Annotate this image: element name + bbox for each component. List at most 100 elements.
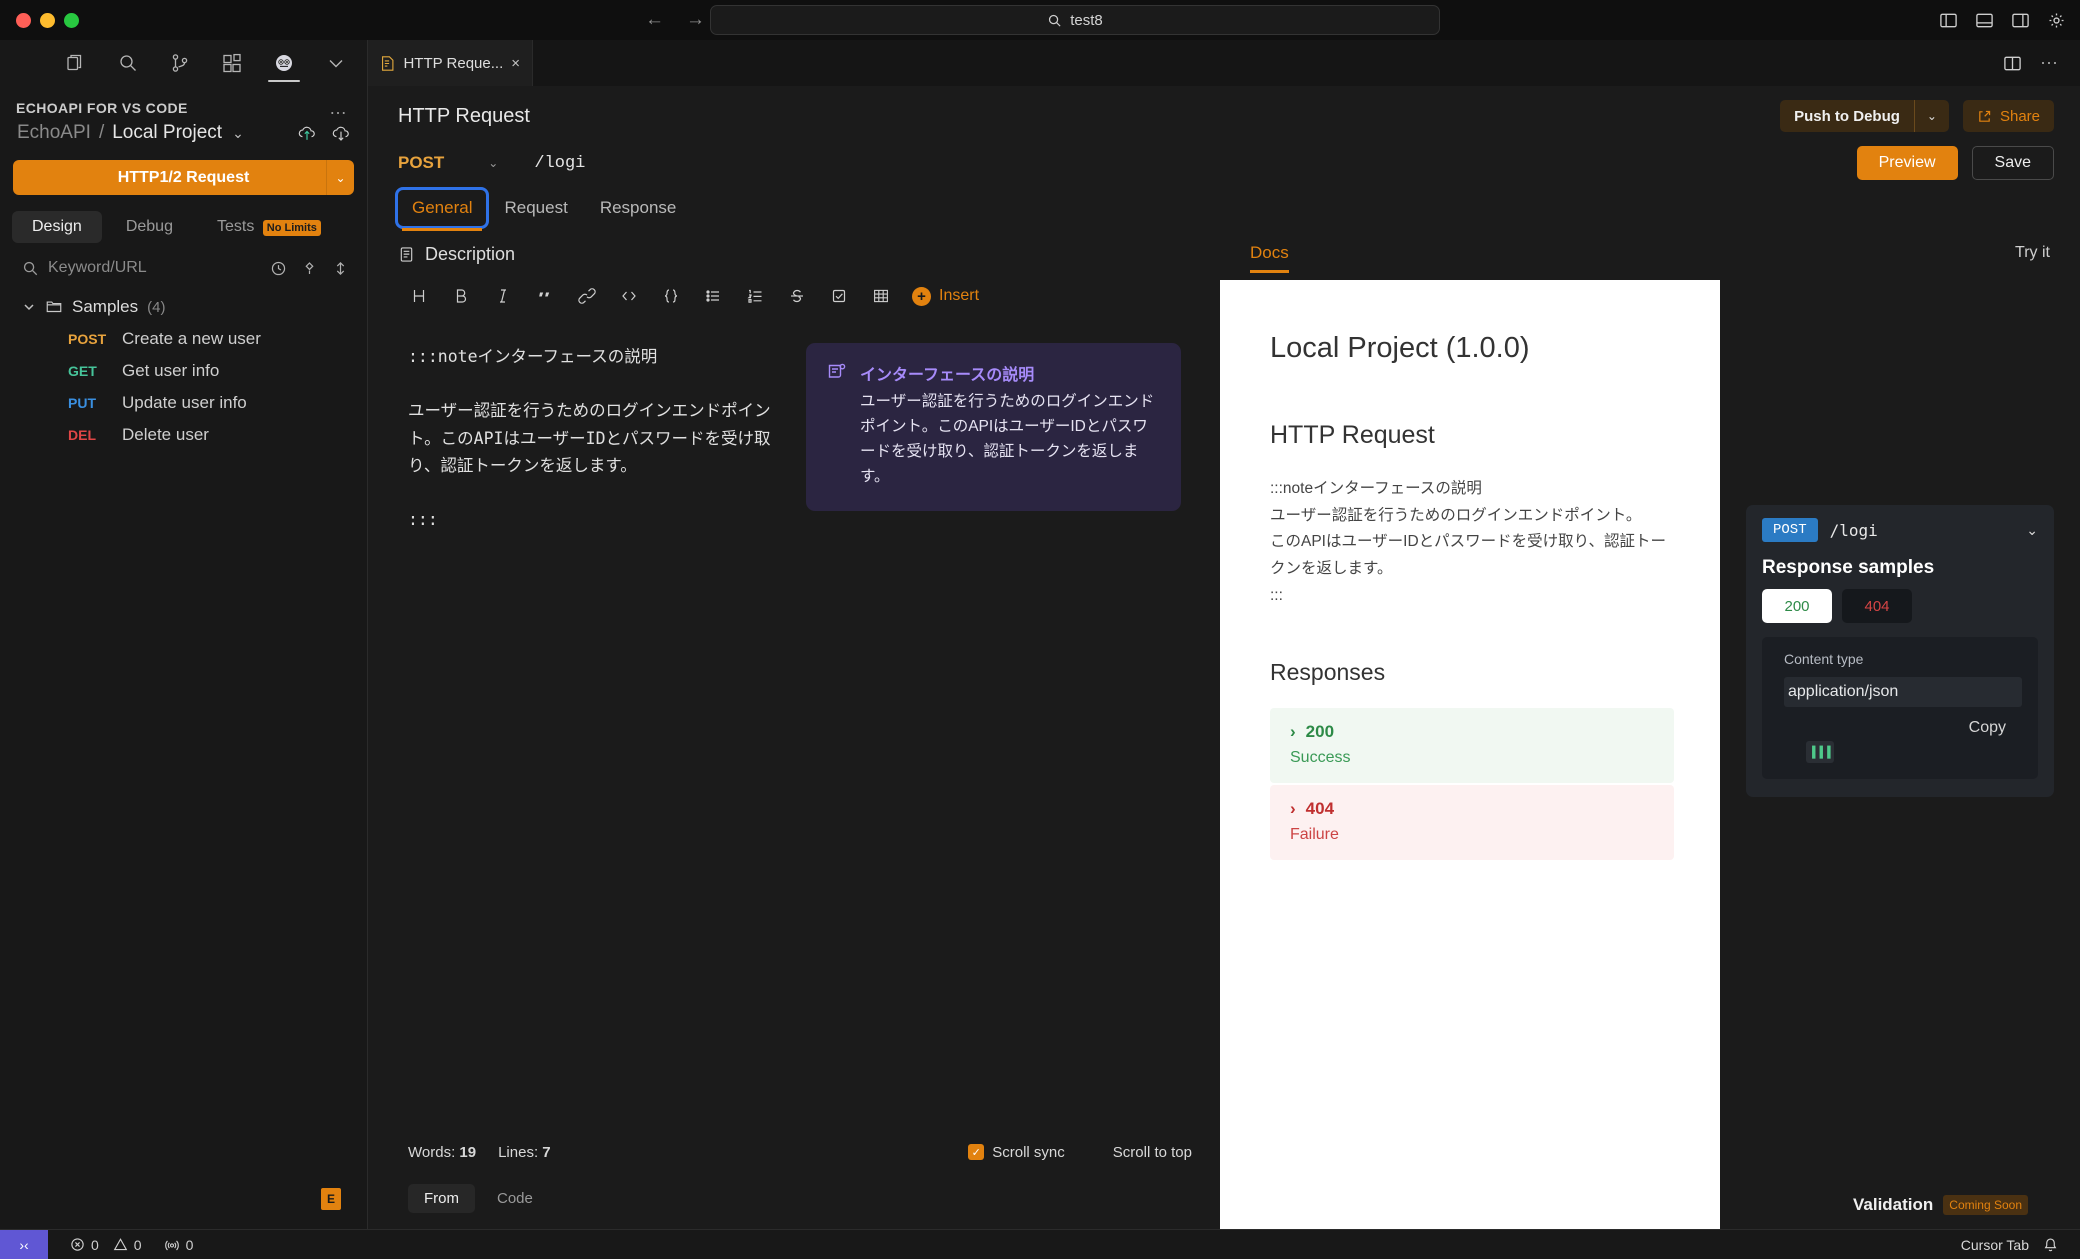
scroll-sync-checkbox[interactable]: ✓ xyxy=(968,1144,985,1160)
sidebar-tab-debug[interactable]: Debug xyxy=(106,211,193,243)
sample-tab-404[interactable]: 404 xyxy=(1842,589,1912,623)
try-it-button[interactable]: Try it xyxy=(2015,244,2050,262)
close-window-button[interactable] xyxy=(16,12,31,28)
minimize-window-button[interactable] xyxy=(40,12,55,28)
problems-status[interactable]: 0 0 xyxy=(48,1237,142,1253)
preview-button[interactable]: Preview xyxy=(1856,146,1958,180)
ordered-list-icon[interactable] xyxy=(734,279,776,313)
chevron-down-icon[interactable]: ⌄ xyxy=(1913,100,1949,132)
activity-item-source-control[interactable] xyxy=(154,40,206,86)
activity-item-extensions[interactable] xyxy=(206,40,258,86)
tab-general[interactable]: General xyxy=(394,187,490,231)
method-select-value[interactable]: POST xyxy=(398,153,444,173)
code-snippet-chip: ▐▐▐ xyxy=(1806,741,1834,763)
bold-icon[interactable] xyxy=(440,279,482,313)
ports-status[interactable]: 0 xyxy=(142,1237,193,1253)
save-button[interactable]: Save xyxy=(1971,146,2054,180)
sort-icon[interactable] xyxy=(332,260,349,277)
toggle-primary-sidebar-icon[interactable] xyxy=(1939,11,1958,30)
search-icon xyxy=(1049,14,1061,27)
checklist-icon[interactable] xyxy=(818,279,860,313)
remote-window-icon[interactable]: ›‹ xyxy=(0,1229,48,1259)
italic-icon[interactable] xyxy=(482,279,524,313)
request-tree: Samples (4) POST Create a new user GET G… xyxy=(0,291,367,451)
breadcrumb-org[interactable]: EchoAPI xyxy=(17,122,91,144)
push-to-debug-button[interactable]: Push to Debug ⌄ xyxy=(1780,100,1949,132)
sample-tab-200[interactable]: 200 xyxy=(1762,589,1832,623)
breadcrumb-project[interactable]: Local Project xyxy=(112,122,222,144)
activity-item-more[interactable] xyxy=(310,40,362,86)
quote-icon[interactable] xyxy=(524,279,566,313)
tree-item-get-user-info[interactable]: GET Get user info xyxy=(0,355,367,387)
tab-response[interactable]: Response xyxy=(586,190,691,226)
method-badge: POST xyxy=(68,331,107,347)
strikethrough-icon[interactable] xyxy=(776,279,818,313)
more-actions-icon[interactable]: ⋯ xyxy=(2040,54,2060,72)
activity-item-explorer[interactable] xyxy=(50,40,102,86)
words-count: Words: 19 xyxy=(408,1144,476,1161)
cloud-upload-icon[interactable] xyxy=(297,123,317,143)
close-icon[interactable]: × xyxy=(511,55,520,72)
activity-item-search[interactable] xyxy=(102,40,154,86)
sidebar-search[interactable]: Keyword/URL xyxy=(22,259,349,277)
toggle-panel-icon[interactable] xyxy=(1975,11,1994,30)
tab-request[interactable]: Request xyxy=(490,190,581,226)
sidebar: ECHOAPI FOR VS CODE … EchoAPI / Local Pr… xyxy=(0,40,368,1229)
table-icon[interactable] xyxy=(860,279,902,313)
docs-samples-column: POST /logi ⌄ Response samples 200 404 Co… xyxy=(1720,280,2080,1229)
insert-button[interactable]: + Insert xyxy=(912,286,979,306)
command-search-bar[interactable]: test8 xyxy=(710,5,1440,35)
sidebar-tab-tests[interactable]: Tests No Limits xyxy=(197,211,341,243)
markdown-source-text[interactable]: :::noteインターフェースの説明 ユーザー認証を行うためのログインエンドポイ… xyxy=(368,343,778,1130)
chevron-down-icon[interactable]: ⌄ xyxy=(488,156,498,170)
request-path-input[interactable]: /logi xyxy=(534,154,585,173)
chevron-down-icon[interactable]: ⌄ xyxy=(232,125,244,142)
maximize-window-button[interactable] xyxy=(64,12,79,28)
gear-icon[interactable] xyxy=(2047,11,2066,30)
echoapi-badge-icon[interactable]: E xyxy=(321,1188,341,1210)
heading-icon[interactable] xyxy=(398,279,440,313)
new-request-dropdown-caret[interactable]: ⌄ xyxy=(326,160,354,195)
tree-folder-samples[interactable]: Samples (4) xyxy=(0,291,367,323)
split-editor-icon[interactable] xyxy=(2003,54,2022,73)
copy-button[interactable]: Copy xyxy=(1969,719,2006,737)
sidebar-tab-design[interactable]: Design xyxy=(12,211,102,243)
share-button[interactable]: Share xyxy=(1962,100,2054,132)
sample-endpoint-row[interactable]: POST /logi ⌄ xyxy=(1746,505,2054,555)
cloud-download-icon[interactable] xyxy=(331,123,351,143)
editor-footer: Words: 19 Lines: 7 ✓ Scroll sync Scroll … xyxy=(368,1130,1220,1229)
forward-arrow-icon[interactable]: → xyxy=(686,9,705,31)
bell-icon[interactable] xyxy=(2043,1237,2058,1253)
back-arrow-icon[interactable]: ← xyxy=(645,9,664,31)
cursor-tab-status[interactable]: Cursor Tab xyxy=(1961,1237,2029,1253)
mode-tab-code[interactable]: Code xyxy=(481,1184,549,1213)
code-block-icon[interactable] xyxy=(650,279,692,313)
tree-folder-label: Samples xyxy=(72,297,139,316)
tree-item-delete-user[interactable]: DEL Delete user xyxy=(0,419,367,451)
editor-tab-http-request[interactable]: HTTP Reque... × xyxy=(368,40,533,86)
content-type-value[interactable]: application/json xyxy=(1784,677,2022,707)
docs-response-200[interactable]: › 200 Success xyxy=(1270,708,1674,784)
chevron-down-icon[interactable]: ⌄ xyxy=(2026,522,2038,539)
note-card-title: インターフェースの説明 xyxy=(860,367,1035,384)
history-icon[interactable] xyxy=(270,260,287,277)
tab-docs[interactable]: Docs xyxy=(1250,231,1289,275)
sidebar-more-actions-icon[interactable]: … xyxy=(329,99,349,117)
filter-icon[interactable] xyxy=(301,260,318,277)
activity-item-echoapi[interactable] xyxy=(258,40,310,86)
link-icon[interactable] xyxy=(566,279,608,313)
new-http-request-button[interactable]: HTTP1/2 Request ⌄ xyxy=(13,160,354,195)
bullet-list-icon[interactable] xyxy=(692,279,734,313)
toggle-secondary-sidebar-icon[interactable] xyxy=(2011,11,2030,30)
docs-response-404[interactable]: › 404 Failure xyxy=(1270,785,1674,861)
tree-item-update-user-info[interactable]: PUT Update user info xyxy=(0,387,367,419)
chevron-down-icon xyxy=(24,304,34,311)
docs-document: Local Project (1.0.0) HTTP Request :::no… xyxy=(1220,280,1720,1229)
tree-item-create-a-new-user[interactable]: POST Create a new user xyxy=(0,323,367,355)
scroll-sync-label[interactable]: Scroll sync xyxy=(992,1144,1065,1161)
editor-mode-tabs: From Code xyxy=(368,1174,1220,1229)
validation-label: Validation xyxy=(1852,1195,1934,1214)
scroll-to-top-button[interactable]: Scroll to top xyxy=(1113,1144,1192,1161)
code-icon[interactable] xyxy=(608,279,650,313)
mode-tab-from[interactable]: From xyxy=(408,1184,475,1213)
